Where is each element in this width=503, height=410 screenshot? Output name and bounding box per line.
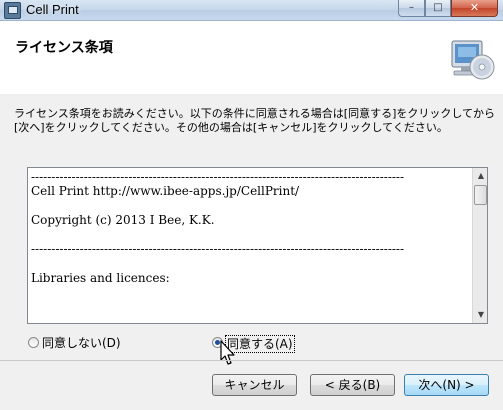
vertical-scrollbar[interactable]: ▲ ▼ <box>472 168 487 323</box>
license-line: ----------------------------------------… <box>31 242 405 256</box>
app-icon[interactable] <box>4 2 21 19</box>
instructions-text: ライセンス条項をお読みください。以下の条件に同意される場合は[同意する]をクリッ… <box>14 107 496 134</box>
license-line: Copyright (c) 2013 I Bee, K.K. <box>31 213 215 227</box>
license-line <box>31 256 468 271</box>
window-title: Cell Print <box>26 2 79 17</box>
close-button[interactable]: ✕ <box>451 0 498 17</box>
license-content: ----------------------------------------… <box>31 170 468 285</box>
header-banner: ライセンス条項 <box>0 21 503 94</box>
mouse-cursor-icon <box>220 340 235 365</box>
minimize-button[interactable]: – <box>398 0 425 17</box>
button-separator <box>0 360 503 361</box>
decline-radio-label[interactable]: 同意しない(D) <box>42 335 121 351</box>
decline-radio-circle[interactable] <box>28 337 39 348</box>
page-title: ライセンス条項 <box>15 39 113 55</box>
scroll-up-button[interactable]: ▲ <box>473 168 487 184</box>
license-line <box>31 227 468 242</box>
license-line: Cell Print http://www.ibee-apps.jp/CellP… <box>31 184 300 198</box>
license-line: ----------------------------------------… <box>31 170 405 184</box>
scrollbar-thumb[interactable] <box>474 185 487 205</box>
scroll-down-button[interactable]: ▼ <box>473 307 487 323</box>
cancel-button[interactable]: キャンセル <box>212 374 297 396</box>
title-bar[interactable]: Cell Print – □ ✕ <box>0 0 503 21</box>
header-separator <box>0 93 503 94</box>
license-textbox[interactable]: ----------------------------------------… <box>27 167 488 324</box>
next-button[interactable]: 次へ(N) > <box>404 374 489 396</box>
back-button[interactable]: < 戻る(B) <box>310 374 395 396</box>
license-line <box>31 198 468 213</box>
maximize-button[interactable]: □ <box>425 0 451 17</box>
license-line: Libraries and licences: <box>31 271 170 285</box>
computer-cd-icon <box>451 40 495 80</box>
